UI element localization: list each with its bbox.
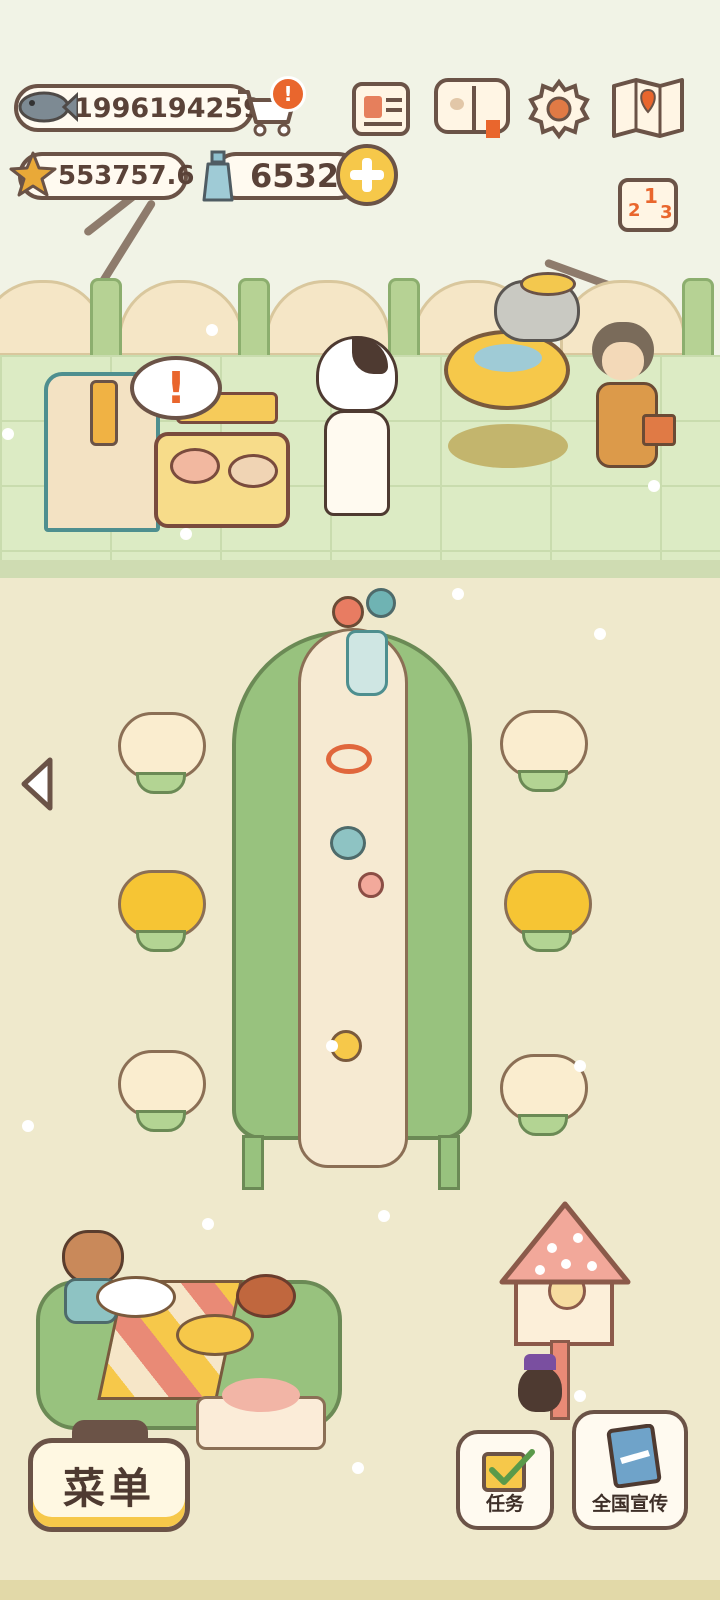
food-stall-counter[interactable]: [154, 432, 290, 528]
checkbox-icon: [482, 1449, 535, 1492]
straw-hat: [520, 272, 576, 296]
pink-cushion-flowers: [222, 1378, 300, 1412]
national-promotion-button[interactable]: 全国宣传: [572, 1410, 688, 1530]
snowflake: [206, 324, 218, 336]
table-runner: [298, 628, 408, 1168]
stool-seat[interactable]: [118, 712, 206, 780]
promotion-button-label: 全国宣传: [591, 1493, 668, 1515]
teal-button-decoration: [330, 826, 366, 860]
pink-button-decoration: [358, 872, 384, 898]
fence-post: [90, 278, 122, 366]
travel-magazine-icon: [606, 1424, 662, 1488]
settings-gear-icon[interactable]: [528, 78, 590, 140]
sunflower-plate: [96, 1276, 176, 1318]
add-currency-button[interactable]: [336, 144, 398, 206]
table-leg: [438, 1135, 460, 1190]
flower-basket: [236, 1274, 296, 1318]
rank-third: 3: [660, 202, 673, 223]
stool-seat[interactable]: [504, 870, 592, 938]
snowflake: [22, 1120, 34, 1132]
snowflake: [594, 628, 606, 640]
snowflake: [352, 1462, 364, 1474]
stall-alert-bubble[interactable]: !: [130, 356, 222, 420]
fence-post: [238, 278, 270, 366]
cat-album-book-icon[interactable]: [434, 78, 510, 138]
bottle-currency-value: 6532: [250, 157, 340, 195]
snowflake: [574, 1390, 586, 1402]
red-flower: [332, 596, 364, 628]
ranking-podium-icon[interactable]: 1 2 3: [618, 178, 678, 232]
grass-patch: [448, 424, 568, 468]
star-icon: [9, 151, 57, 197]
star-currency-value: 553757.6: [58, 161, 195, 191]
birdhouse-roof: [499, 1201, 631, 1285]
scissors-icon: [326, 744, 372, 774]
stool-seat[interactable]: [118, 1050, 206, 1118]
cart-alert-badge: !: [270, 76, 306, 112]
snowflake: [648, 480, 660, 492]
tasks-button[interactable]: 任务: [456, 1430, 554, 1530]
tasks-button-label: 任务: [485, 1493, 524, 1515]
snowflake: [326, 1040, 338, 1052]
menu-button[interactable]: 菜单: [28, 1438, 190, 1532]
snowflake: [180, 528, 192, 540]
snowflake: [378, 1210, 390, 1222]
snowflake: [452, 588, 464, 600]
lawn-edge: [0, 560, 720, 578]
menu-button-label: 菜单: [62, 1463, 155, 1513]
map-icon[interactable]: [610, 76, 686, 138]
floor-border: [0, 1580, 720, 1600]
snowflake: [2, 428, 14, 440]
scroll-left-arrow-icon[interactable]: [16, 754, 58, 814]
food-plate: [176, 1314, 254, 1356]
table-leg: [242, 1135, 264, 1190]
stall-alert-mark: !: [165, 362, 187, 414]
menu-clipboard-clip: [72, 1420, 148, 1442]
snowflake: [202, 1218, 214, 1230]
lady-customer[interactable]: [586, 322, 676, 492]
calico-cat-chef[interactable]: [310, 336, 398, 522]
fish-icon: [18, 91, 78, 123]
bottle-icon: [202, 150, 234, 202]
fence-post: [682, 278, 714, 366]
newspaper-icon[interactable]: [352, 82, 410, 136]
juice-bottle: [90, 380, 118, 446]
crow-with-hat[interactable]: [518, 1366, 562, 1412]
teal-flower: [366, 588, 396, 618]
sunflower-fountain[interactable]: [444, 330, 570, 410]
snowflake: [574, 1060, 586, 1072]
stool-seat[interactable]: [500, 710, 588, 778]
rank-first: 1: [644, 184, 658, 208]
purple-hat: [524, 1354, 556, 1370]
flower-vase: [346, 630, 388, 696]
rank-second: 2: [628, 200, 641, 221]
stool-seat[interactable]: [118, 870, 206, 938]
